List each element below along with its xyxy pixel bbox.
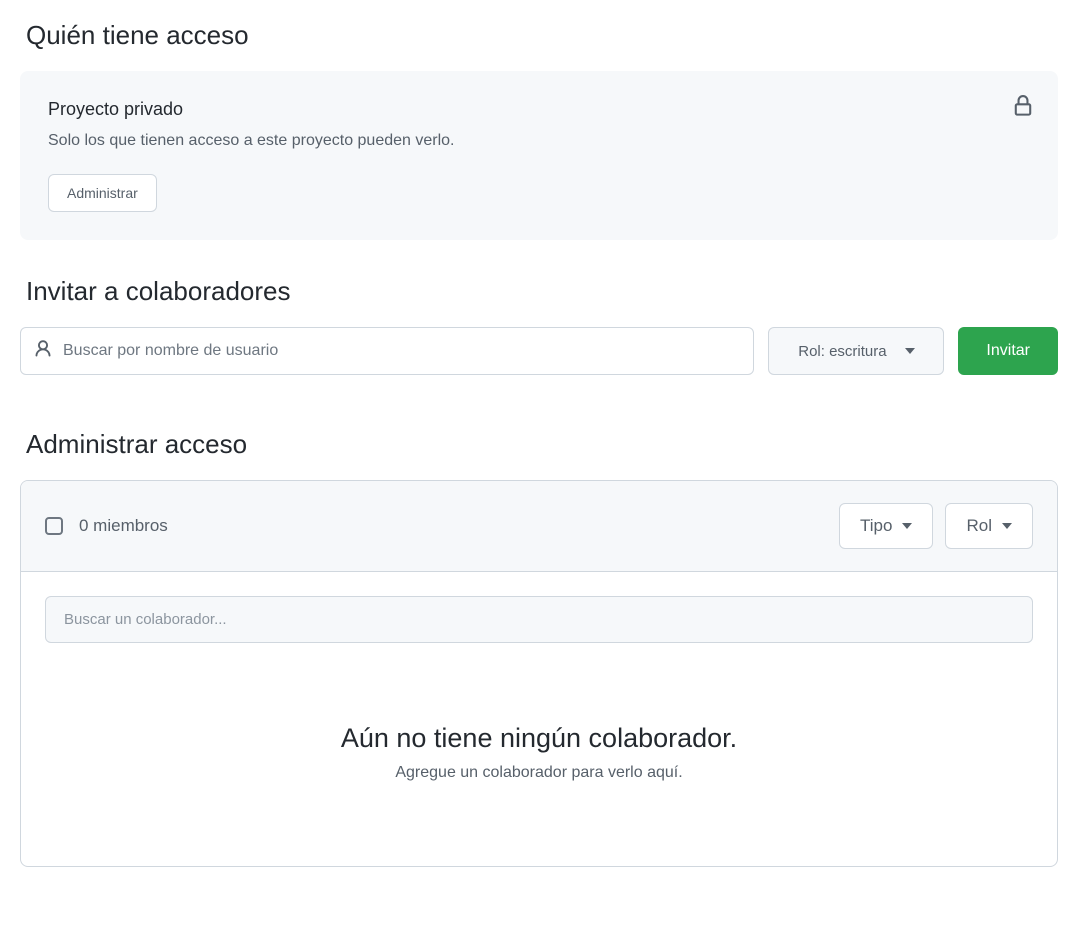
access-card: Proyecto privado Solo los que tienen acc…: [20, 71, 1058, 240]
manage-header-right: Tipo Rol: [839, 503, 1033, 549]
empty-state: Aún no tiene ningún colaborador. Agregue…: [45, 643, 1033, 842]
collaborator-search-input[interactable]: [45, 596, 1033, 643]
select-all-checkbox[interactable]: [45, 517, 63, 535]
person-icon: [33, 339, 53, 364]
manage-header-left: 0 miembros: [45, 516, 168, 536]
role-select[interactable]: Rol: escritura: [768, 327, 944, 375]
access-section-title: Quién tiene acceso: [20, 20, 1058, 51]
members-count: 0 miembros: [79, 516, 168, 536]
manage-access-button[interactable]: Administrar: [48, 174, 157, 212]
empty-state-subtitle: Agregue un colaborador para verlo aquí.: [65, 764, 1013, 782]
lock-icon: [1012, 95, 1034, 122]
manage-panel: 0 miembros Tipo Rol Aún no tiene ningún …: [20, 480, 1058, 867]
type-filter[interactable]: Tipo: [839, 503, 933, 549]
empty-state-title: Aún no tiene ningún colaborador.: [65, 723, 1013, 754]
caret-down-icon: [902, 523, 912, 529]
manage-panel-header: 0 miembros Tipo Rol: [21, 481, 1057, 572]
invite-button[interactable]: Invitar: [958, 327, 1058, 375]
caret-down-icon: [905, 348, 915, 354]
role-select-label: Rol: escritura: [798, 343, 886, 360]
caret-down-icon: [1002, 523, 1012, 529]
role-filter[interactable]: Rol: [945, 503, 1033, 549]
user-search-input[interactable]: [53, 328, 741, 374]
type-filter-label: Tipo: [860, 516, 892, 536]
manage-panel-body: Aún no tiene ningún colaborador. Agregue…: [21, 572, 1057, 866]
invite-row: Rol: escritura Invitar: [20, 327, 1058, 375]
role-filter-label: Rol: [966, 516, 992, 536]
manage-section-title: Administrar acceso: [20, 429, 1058, 460]
access-card-desc: Solo los que tienen acceso a este proyec…: [48, 132, 1030, 150]
invite-section-title: Invitar a colaboradores: [20, 276, 1058, 307]
user-search-wrap[interactable]: [20, 327, 754, 375]
access-card-title: Proyecto privado: [48, 99, 1030, 120]
